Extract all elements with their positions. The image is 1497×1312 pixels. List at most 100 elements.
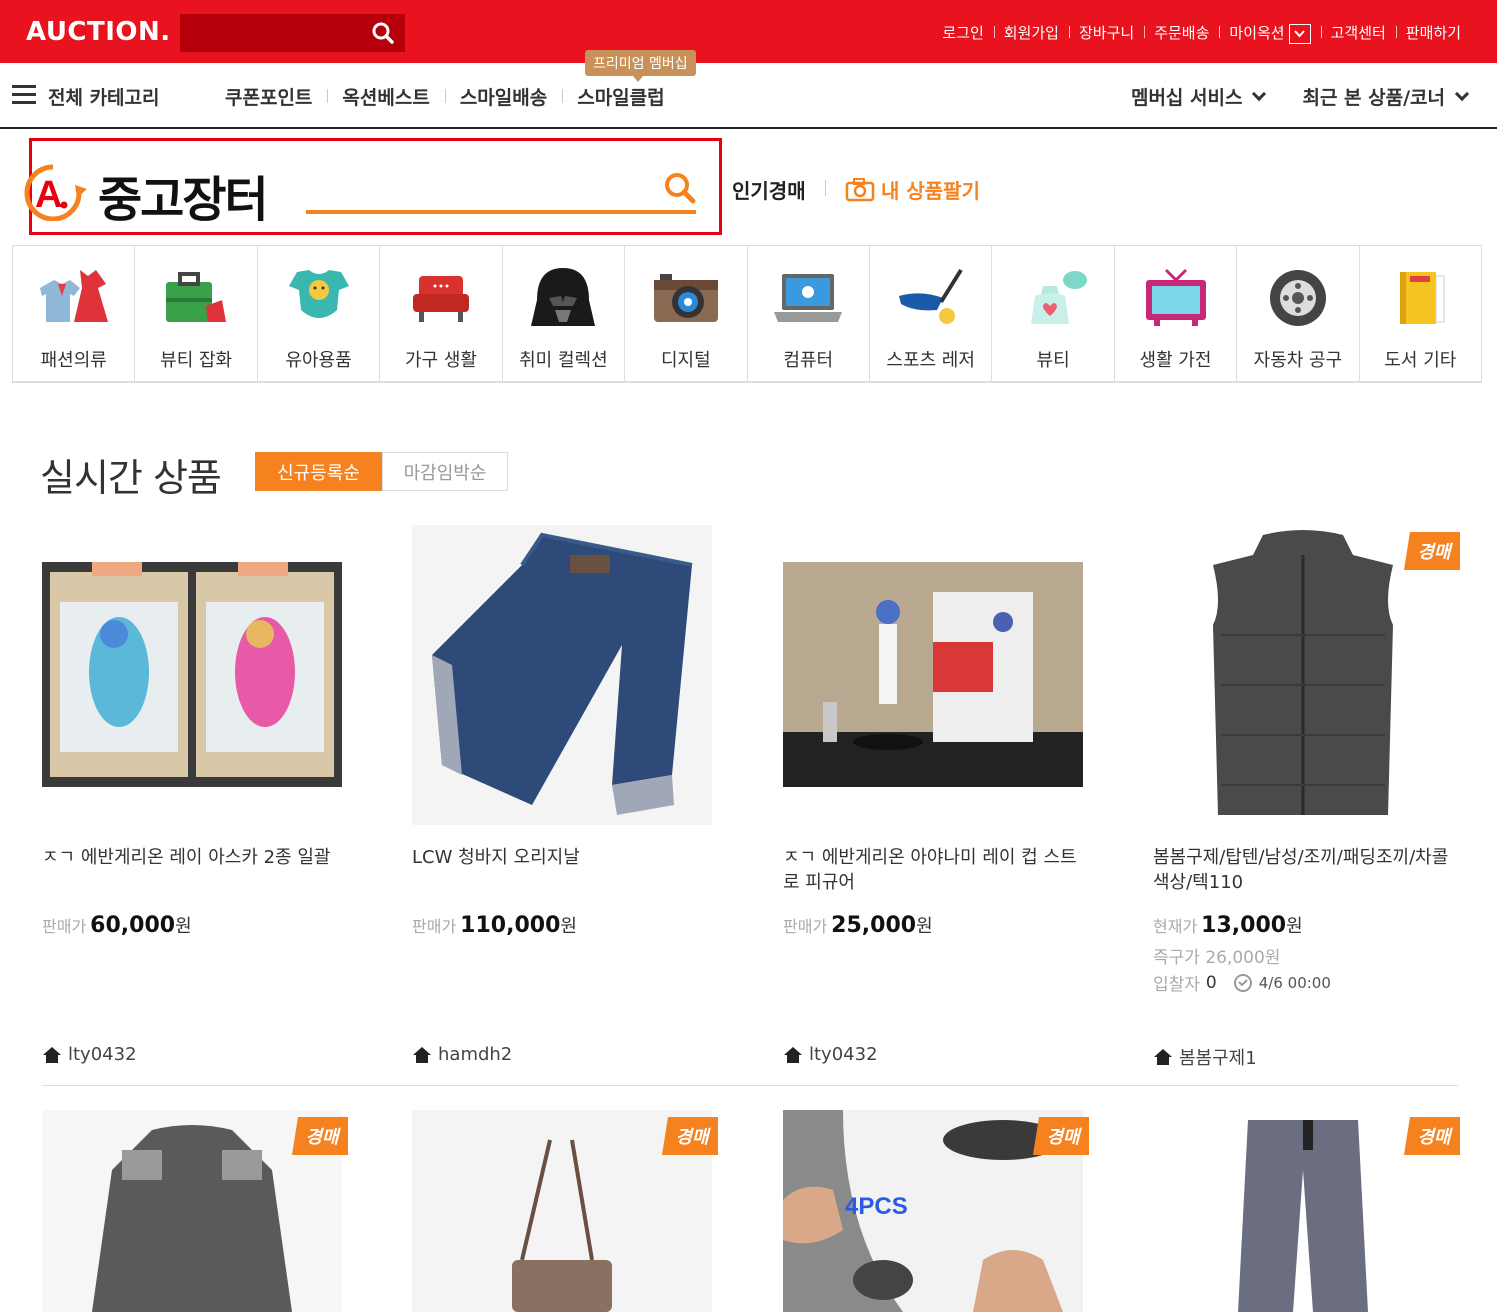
sell-my-item-link[interactable]: 내 상품팔기 bbox=[845, 175, 980, 204]
auction-badge: 경매 bbox=[1404, 1117, 1460, 1155]
category-label: 생활 가전 bbox=[1139, 350, 1212, 371]
used-market-title: 중고장터 bbox=[98, 172, 269, 228]
hot-auction-link[interactable]: 인기경매 bbox=[732, 175, 806, 204]
auction-badge-label: 경매 bbox=[675, 1127, 711, 1148]
category-computer[interactable]: 컴퓨터 bbox=[748, 246, 870, 381]
price-unit: 원 bbox=[560, 916, 577, 937]
category-strip: 패션의류 뷰티 잡화 유아용품 가구 생활 취미 컬렉션 디지털 컴퓨터 스포츠… bbox=[12, 245, 1482, 383]
search-icon[interactable] bbox=[662, 170, 698, 206]
camera-icon bbox=[653, 274, 718, 322]
product-name[interactable]: ㅈㄱ 에반게리온 레이 아스카 2종 일괄 bbox=[42, 845, 342, 870]
chevron-down-icon[interactable] bbox=[1288, 23, 1311, 44]
tab-closing-soon[interactable]: 마감임박순 bbox=[382, 452, 508, 491]
product-image[interactable] bbox=[42, 562, 342, 787]
nav-smile-club[interactable]: 스마일클럽 bbox=[562, 83, 679, 110]
category-label: 도서 기타 bbox=[1384, 350, 1457, 371]
membership-service-menu[interactable]: 멤버십 서비스 bbox=[1130, 83, 1267, 110]
customer-center-link[interactable]: 고객센터 bbox=[1320, 22, 1396, 43]
product-price: 현재가 13,000원 bbox=[1153, 912, 1303, 938]
golf-icon bbox=[898, 268, 963, 324]
seller-link[interactable]: 봄봄구제1 bbox=[1153, 1044, 1257, 1070]
gnb-menu: 쿠폰포인트 옥션베스트 스마일배송 스마일클럽 bbox=[210, 83, 680, 110]
category-books[interactable]: 도서 기타 bbox=[1360, 246, 1481, 381]
sell-my-item-label: 내 상품팔기 bbox=[881, 179, 980, 203]
global-nav: 전체 카테고리 쿠폰포인트 옥션베스트 스마일배송 스마일클럽 프리미엄 멤버십… bbox=[0, 50, 1497, 129]
nav-coupon-point[interactable]: 쿠폰포인트 bbox=[210, 83, 327, 110]
price-unit: 원 bbox=[175, 916, 192, 937]
seller-name: lty0432 bbox=[68, 1044, 137, 1065]
seller-link[interactable]: lty0432 bbox=[783, 1044, 878, 1065]
seller-link[interactable]: lty0432 bbox=[42, 1044, 137, 1065]
product-price: 판매가 25,000원 bbox=[783, 912, 933, 938]
baby-onesie-icon bbox=[288, 270, 349, 318]
gnb-right: 멤버십 서비스 최근 본 상품/코너 bbox=[1093, 83, 1470, 110]
auction-logo[interactable]: AUCTION. bbox=[26, 17, 171, 47]
category-label: 디지털 bbox=[660, 350, 711, 371]
auction-badge: 경매 bbox=[292, 1117, 348, 1155]
auction-badge-label: 경매 bbox=[1046, 1127, 1082, 1148]
product-name[interactable]: ㅈㄱ 에반게리온 아야나미 레이 컵 스트로 피규어 bbox=[783, 845, 1083, 895]
category-fashion[interactable]: 패션의류 bbox=[13, 246, 136, 381]
category-hobby[interactable]: 취미 컬렉션 bbox=[503, 246, 626, 381]
category-label: 취미 컬렉션 bbox=[519, 350, 608, 371]
book-icon bbox=[1400, 272, 1445, 324]
membership-service-label: 멤버십 서비스 bbox=[1130, 87, 1243, 109]
category-beauty-goods[interactable]: 뷰티 잡화 bbox=[135, 246, 258, 381]
used-market-search-input[interactable] bbox=[306, 168, 696, 214]
camera-icon bbox=[845, 177, 875, 201]
product-image[interactable] bbox=[783, 562, 1083, 787]
hamburger-menu-icon[interactable] bbox=[12, 85, 36, 105]
category-baby[interactable]: 유아용품 bbox=[258, 246, 381, 381]
chevron-down-icon bbox=[1252, 86, 1267, 101]
login-link[interactable]: 로그인 bbox=[932, 22, 993, 43]
sell-link[interactable]: 판매하기 bbox=[1395, 22, 1471, 43]
product-name[interactable]: LCW 청바지 오리지날 bbox=[412, 845, 712, 870]
auction-badge: 경매 bbox=[662, 1117, 718, 1155]
product-image[interactable] bbox=[1153, 525, 1453, 825]
orders-link[interactable]: 주문배송 bbox=[1144, 22, 1219, 43]
my-auction-link[interactable]: 마이옥션 bbox=[1219, 22, 1320, 44]
bidders-count: 0 bbox=[1205, 972, 1217, 993]
perfume-icon bbox=[1031, 271, 1088, 324]
nav-smile-delivery[interactable]: 스마일배송 bbox=[444, 83, 562, 110]
recently-viewed-menu[interactable]: 최근 본 상품/코너 bbox=[1302, 83, 1470, 110]
realtime-title: 실시간 상품 bbox=[40, 456, 222, 500]
price-value: 60,000 bbox=[90, 913, 176, 938]
category-label: 유아용품 bbox=[285, 350, 352, 371]
signup-link[interactable]: 회원가입 bbox=[993, 22, 1069, 43]
price-label: 현재가 bbox=[1153, 917, 1198, 936]
home-icon bbox=[413, 1046, 431, 1063]
seller-name: lty0432 bbox=[809, 1044, 878, 1065]
top-search-button[interactable] bbox=[360, 14, 405, 52]
price-value: 13,000 bbox=[1201, 913, 1287, 938]
product-name[interactable]: 봄봄구제/탑텐/남성/조끼/패딩조끼/차콜색상/텍110 bbox=[1153, 845, 1453, 895]
category-label: 패션의류 bbox=[40, 350, 107, 371]
darth-vader-icon bbox=[531, 268, 596, 326]
recently-viewed-label: 최근 본 상품/코너 bbox=[1302, 87, 1445, 109]
auction-badge-label: 경매 bbox=[1417, 1127, 1453, 1148]
row-divider bbox=[42, 1085, 1458, 1086]
price-unit: 원 bbox=[1286, 916, 1303, 937]
category-label: 자동차 공구 bbox=[1253, 350, 1343, 371]
product-image[interactable] bbox=[412, 525, 712, 825]
chevron-down-icon bbox=[1454, 86, 1470, 101]
cart-link[interactable]: 장바구니 bbox=[1068, 22, 1144, 43]
seller-link[interactable]: hamdh2 bbox=[412, 1044, 512, 1065]
sofa-icon bbox=[412, 276, 469, 322]
bid-info: 입찰자 0 4/6 00:00 bbox=[1153, 970, 1331, 996]
clock-icon bbox=[1233, 973, 1252, 992]
category-beauty[interactable]: 뷰티 bbox=[992, 246, 1115, 381]
category-digital[interactable]: 디지털 bbox=[625, 246, 748, 381]
all-category-button[interactable]: 전체 카테고리 bbox=[48, 83, 160, 110]
product-price: 판매가 60,000원 bbox=[42, 912, 192, 938]
auction-badge: 경매 bbox=[1404, 532, 1460, 570]
used-market-logo-icon[interactable]: A bbox=[15, 163, 91, 221]
tab-newest[interactable]: 신규등록순 bbox=[255, 452, 382, 491]
category-sports[interactable]: 스포츠 레저 bbox=[870, 246, 993, 381]
category-auto-tools[interactable]: 자동차 공구 bbox=[1237, 246, 1360, 381]
nav-auction-best[interactable]: 옥션베스트 bbox=[327, 83, 444, 110]
svg-text:A: A bbox=[35, 174, 62, 216]
category-furniture[interactable]: 가구 생활 bbox=[380, 246, 503, 381]
category-appliance[interactable]: 생활 가전 bbox=[1115, 246, 1238, 381]
bidders-label: 입찰자 bbox=[1153, 975, 1200, 995]
